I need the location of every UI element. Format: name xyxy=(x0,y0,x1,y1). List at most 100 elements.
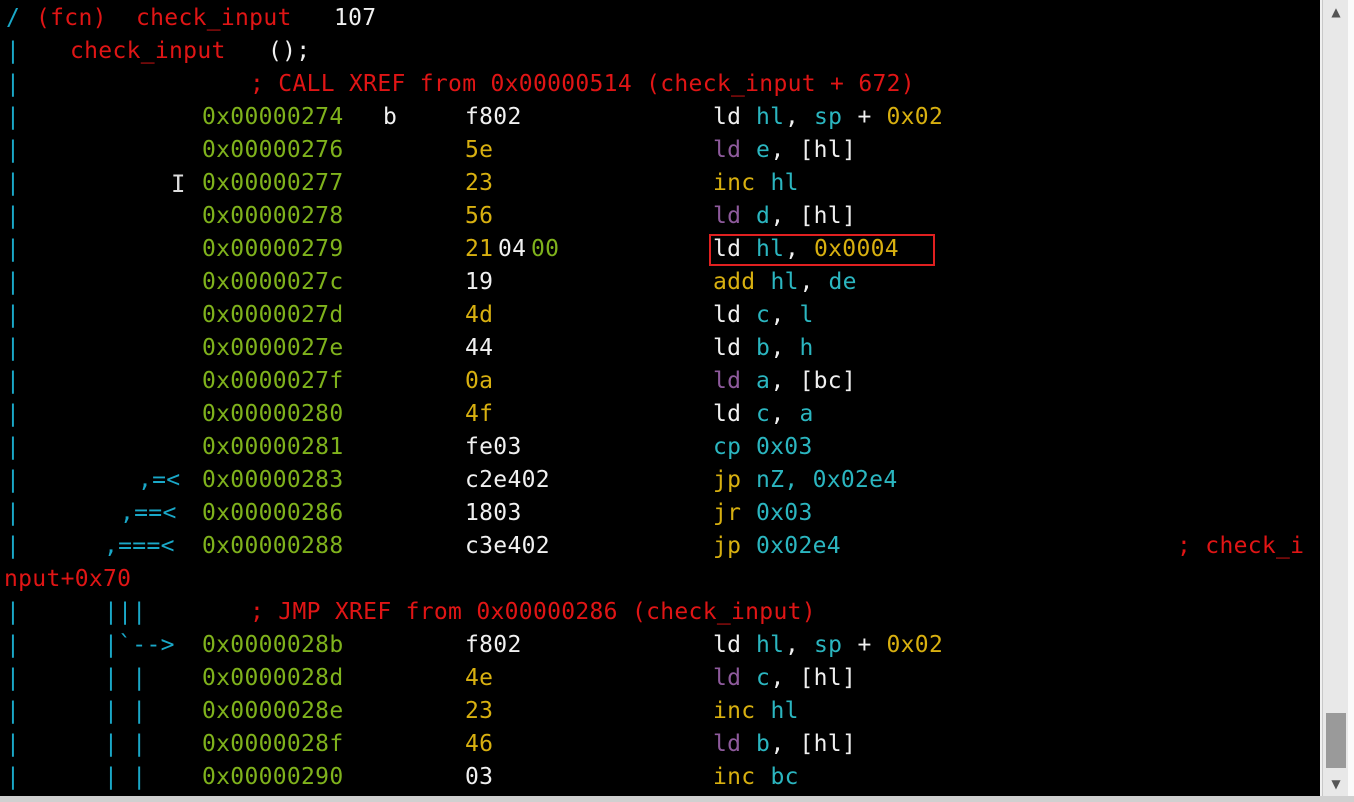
gutter-bar: | xyxy=(6,698,21,724)
wrapped-comment-text: nput+0x70 xyxy=(4,566,132,592)
operand: [hl] xyxy=(799,731,857,757)
mnemonic: ld xyxy=(713,203,742,229)
mnemonic: inc xyxy=(713,698,756,724)
mnemonic: ld xyxy=(713,665,742,691)
gutter-bar: | xyxy=(6,170,21,196)
operand: l xyxy=(799,302,814,328)
opcode-bytes: 0a xyxy=(465,368,494,394)
gutter-slash: / xyxy=(6,5,21,31)
terminal-disassembly-view[interactable]: / (fcn) check_input 107 | check_input ()… xyxy=(0,0,1320,796)
operand: [hl] xyxy=(799,203,857,229)
wrapped-comment-line: nput+0x70 xyxy=(0,563,131,596)
adjacent-window-edge xyxy=(1348,0,1354,796)
scroll-down-arrow-icon[interactable]: ▼ xyxy=(1323,772,1349,796)
vertical-scrollbar[interactable]: ▲ ▼ xyxy=(1322,0,1349,796)
mnemonic: cp xyxy=(713,434,742,460)
xref-comment-line-2: | ||| ; JMP XREF from 0x00000286 (check_… xyxy=(0,596,816,629)
gutter-bar: | xyxy=(6,38,21,64)
opcode-bytes: 5e xyxy=(465,137,494,163)
mnemonic: ld xyxy=(713,335,742,361)
operand: sp xyxy=(814,632,843,658)
operand-separator: , xyxy=(770,731,785,757)
operand-separator: , xyxy=(770,203,785,229)
operand-separator: , xyxy=(770,401,785,427)
operand: hl xyxy=(770,170,799,196)
operand: e xyxy=(756,137,771,163)
mnemonic: jp xyxy=(713,467,742,493)
gutter-bar: | xyxy=(6,368,21,394)
opcode-bytes: f802 xyxy=(465,632,522,658)
function-signature-name: check_input xyxy=(70,38,226,64)
opcode-bytes: f802 xyxy=(465,104,522,130)
operand: [hl] xyxy=(799,665,857,691)
instruction-address: 0x00000283 xyxy=(202,467,344,493)
gutter-bar: | xyxy=(6,236,21,262)
operand-separator: , xyxy=(770,665,785,691)
jmp-xref-comment: ; JMP XREF from 0x00000286 (check_input) xyxy=(250,599,816,625)
opcode-bytes: c2e402 xyxy=(465,467,550,493)
gutter-bar: | xyxy=(6,665,21,691)
instruction-address: 0x0000027d xyxy=(202,302,344,328)
mnemonic: ld xyxy=(713,302,742,328)
opcode-bytes: 4f xyxy=(465,401,494,427)
operand: c xyxy=(756,302,771,328)
opcode-bytes: fe03 xyxy=(465,434,522,460)
operand: hl xyxy=(770,269,799,295)
flow-arrow: ,==< xyxy=(120,500,177,526)
flow-bars: ||| xyxy=(104,599,147,625)
operand: c xyxy=(756,665,771,691)
scrollbar-thumb[interactable] xyxy=(1326,713,1346,768)
gutter-bar: | xyxy=(6,434,21,460)
gutter-bar: | xyxy=(6,269,21,295)
operand: 0x03 xyxy=(756,500,813,526)
operand-separator: , xyxy=(770,335,785,361)
gutter-bar: | xyxy=(6,632,21,658)
instruction-address: 0x00000280 xyxy=(202,401,344,427)
flow-arrow: | | xyxy=(104,764,147,790)
function-signature-line: | check_input (); xyxy=(0,35,310,68)
operand: c xyxy=(756,401,771,427)
instruction-address: 0x0000028f xyxy=(202,731,344,757)
instruction-address: 0x0000028e xyxy=(202,698,344,724)
instruction-address: 0x00000286 xyxy=(202,500,344,526)
mnemonic: ld xyxy=(713,401,742,427)
operand-separator: , xyxy=(770,368,785,394)
scroll-up-arrow-icon[interactable]: ▲ xyxy=(1323,0,1349,24)
instruction-address: 0x00000281 xyxy=(202,434,344,460)
operand-separator: , xyxy=(785,632,800,658)
operand: de xyxy=(828,269,857,295)
inline-comment: ; check_i xyxy=(1177,533,1305,559)
mnemonic: jr xyxy=(713,500,742,526)
gutter-bar: | xyxy=(6,500,21,526)
gutter-bar: | xyxy=(6,533,21,559)
operand: nZ, 0x02e4 xyxy=(756,467,898,493)
highlight-box xyxy=(709,234,935,266)
instruction-address: 0x00000290 xyxy=(202,764,344,790)
window-bottom-edge xyxy=(0,796,1354,802)
flow-arrow: | | xyxy=(104,665,147,691)
operand: a xyxy=(799,401,814,427)
operand: h xyxy=(799,335,814,361)
operand: hl xyxy=(756,632,785,658)
gutter-bar: | xyxy=(6,764,21,790)
opcode-bytes: 4d xyxy=(465,302,494,328)
mnemonic: add xyxy=(713,269,756,295)
operand: d xyxy=(756,203,771,229)
gutter-bar: | xyxy=(6,302,21,328)
operand-separator: , xyxy=(785,104,800,130)
gutter-bar: | xyxy=(6,137,21,163)
mnemonic: ld xyxy=(713,731,742,757)
operand: sp xyxy=(814,104,843,130)
call-xref-comment: ; CALL XREF from 0x00000514 (check_input… xyxy=(250,71,915,97)
opcode-bytes: 44 xyxy=(465,335,494,361)
flow-arrow: |`--> xyxy=(104,632,175,658)
operator: + xyxy=(857,104,872,130)
operator: + xyxy=(857,632,872,658)
opcode-bytes: 23 xyxy=(465,698,494,724)
operand: b xyxy=(756,335,771,361)
instruction-address: 0x0000028d xyxy=(202,665,344,691)
gutter-bar: | xyxy=(6,71,21,97)
function-size: 107 xyxy=(334,5,377,31)
operand: a xyxy=(756,368,771,394)
xref-comment-line: | ; CALL XREF from 0x00000514 (check_inp… xyxy=(0,68,915,101)
